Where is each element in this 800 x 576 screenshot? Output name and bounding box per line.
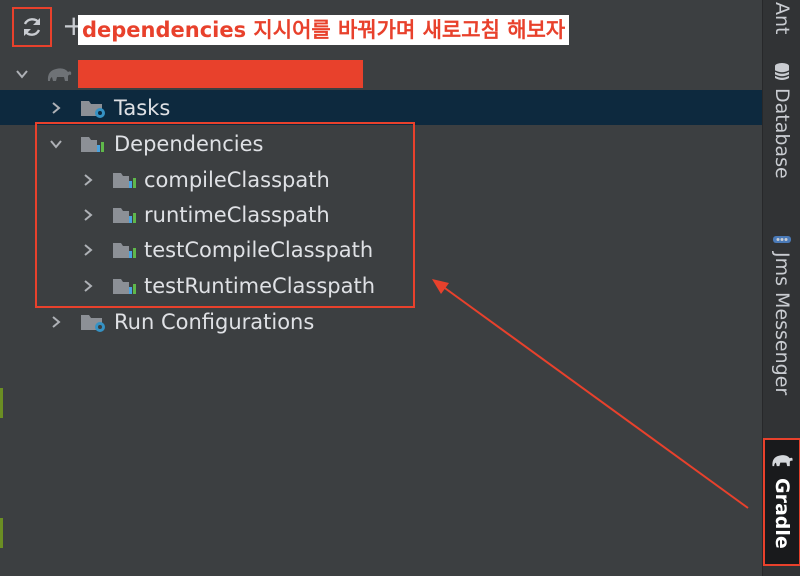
- reload-button[interactable]: [12, 7, 52, 47]
- tool-tab-label-database: Database: [771, 88, 793, 179]
- highlight-box-dependencies: [35, 122, 415, 308]
- database-icon: [774, 63, 790, 80]
- chevron-right-icon[interactable]: [48, 314, 64, 330]
- refresh-icon: [23, 18, 41, 36]
- right-tool-strip: Ant Database Jms Messenger Gradle: [762, 0, 800, 576]
- annotation-callout: dependencies 지시어를 바꿔가며 새로고침 해보자: [78, 15, 570, 45]
- tree-label-run-configurations: Run Configurations: [114, 309, 315, 334]
- tool-tab-ant[interactable]: Ant: [763, 0, 800, 36]
- gradle-tool-window: + dependencies 지시어를 바꿔가며 새로고침 해보자 Tasks: [0, 0, 762, 576]
- tool-tab-database[interactable]: Database: [763, 62, 800, 192]
- tree-row-tasks[interactable]: Tasks: [0, 90, 762, 125]
- tree-row-run-configurations[interactable]: Run Configurations: [0, 304, 762, 339]
- jms-icon: [773, 236, 791, 243]
- chevron-down-icon[interactable]: [14, 66, 30, 82]
- tool-tab-jms-messenger[interactable]: Jms Messenger: [763, 232, 800, 412]
- tree-label-tasks: Tasks: [114, 95, 171, 120]
- gradle-tab-content: Gradle: [765, 440, 799, 549]
- run-config-folder-icon: [81, 314, 105, 332]
- gradle-elephant-icon: [772, 455, 793, 467]
- tool-tab-label-gradle: Gradle: [771, 478, 793, 549]
- gutter-marker: [0, 388, 3, 418]
- tool-tab-gradle[interactable]: Gradle: [763, 438, 800, 566]
- gradle-elephant-icon: [47, 67, 72, 81]
- redacted-project-name: [78, 60, 363, 88]
- tool-tab-label-ant: Ant: [771, 1, 793, 35]
- chevron-right-icon[interactable]: [48, 100, 64, 116]
- gutter-marker: [0, 518, 3, 548]
- tool-tab-label-jms-messenger: Jms Messenger: [771, 252, 793, 396]
- gradle-toolbar: + dependencies 지시어를 바꿔가며 새로고침 해보자: [0, 0, 762, 56]
- task-folder-icon: [81, 100, 105, 118]
